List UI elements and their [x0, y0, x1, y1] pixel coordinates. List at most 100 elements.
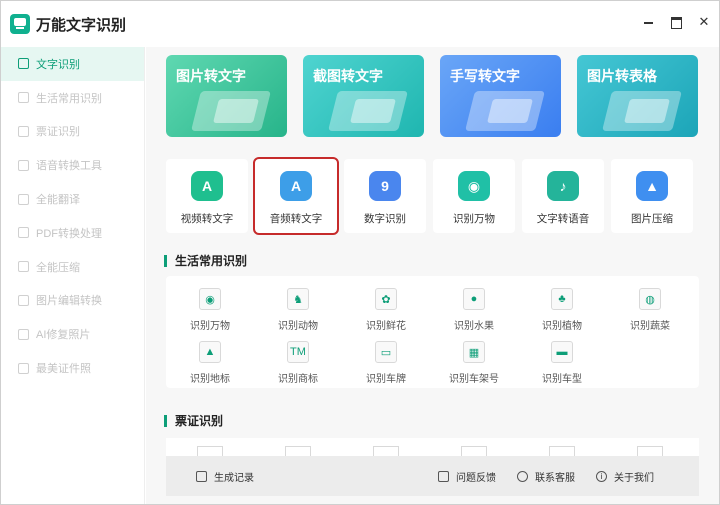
- about-button[interactable]: i 关于我们: [596, 469, 654, 484]
- life-item-label: 识别蔬菜: [630, 321, 670, 332]
- life-item[interactable]: ♞ 识别动物: [254, 288, 342, 332]
- life-item-label: 识别动物: [278, 321, 318, 332]
- life-item[interactable]: ◍ 识别蔬菜: [606, 288, 694, 332]
- banner-title: 图片转表格: [587, 68, 657, 84]
- banner-row: 图片转文字 截图转文字 手写转文字 图片转表格: [166, 55, 698, 137]
- sidebar-item-icon: [18, 328, 29, 340]
- cert-item-icon[interactable]: [285, 446, 311, 456]
- flower-icon: ✿: [375, 288, 397, 310]
- sidebar-item[interactable]: 最美证件照: [1, 351, 144, 385]
- tool-card[interactable]: ♪ 文字转语音: [522, 159, 604, 233]
- tool-card[interactable]: ◉ 识别万物: [433, 159, 515, 233]
- life-panel: ◉ 识别万物 ♞ 识别动物 ✿ 识别鲜花 ● 识别水果 ♣ 识别植物 ◍ 识别蔬菜 ▲ 识别地标 TM 识别商…: [166, 276, 699, 388]
- sidebar-item-icon: [18, 92, 29, 104]
- banner-card[interactable]: 图片转文字: [166, 55, 287, 137]
- life-item[interactable]: ▦ 识别车架号: [430, 341, 518, 385]
- tool-label: 图片压缩: [631, 213, 673, 225]
- cert-item-icon[interactable]: [373, 446, 399, 456]
- banner-illustration: [350, 99, 396, 123]
- cert-item-icon[interactable]: [637, 446, 663, 456]
- eye-icon: ◉: [199, 288, 221, 310]
- sidebar-item[interactable]: 文字识别: [1, 47, 144, 81]
- animal-icon: ♞: [287, 288, 309, 310]
- tool-label: 数字识别: [364, 213, 406, 225]
- sidebar: 文字识别生活常用识别 票证识别语音转换工具全能翻译 PDF转换处理全能压缩图片编辑转…: [1, 47, 145, 504]
- cert-item-icon[interactable]: [461, 446, 487, 456]
- life-item-label: 识别水果: [454, 321, 494, 332]
- life-item[interactable]: ▭ 识别车牌: [342, 341, 430, 385]
- support-button[interactable]: 联系客服: [517, 469, 575, 484]
- sidebar-item[interactable]: AI修复照片: [1, 317, 144, 351]
- close-button[interactable]: ✕: [697, 15, 711, 29]
- tool-label: 识别万物: [453, 213, 495, 225]
- truck-icon: ▬: [551, 341, 573, 363]
- life-item[interactable]: ✿ 识别鲜花: [342, 288, 430, 332]
- history-button[interactable]: 生成记录: [196, 469, 254, 484]
- title-bar: 万能文字识别 ✕: [1, 1, 719, 47]
- app-window: 万能文字识别 ✕ 文字识别 生活常用识别 票证识别 语音转换工具 全能翻译 PDF转换处理…: [0, 0, 720, 505]
- headset-icon: [517, 471, 528, 482]
- feedback-label: 问题反馈: [456, 473, 496, 484]
- app-title: 万能文字识别: [36, 16, 127, 34]
- car-icon: ▭: [375, 341, 397, 363]
- life-item[interactable]: TM 识别商标: [254, 341, 342, 385]
- tool-card[interactable]: ▲ 图片压缩: [611, 159, 693, 233]
- life-item-label: 识别植物: [542, 321, 582, 332]
- banner-card[interactable]: 图片转表格: [577, 55, 698, 137]
- sidebar-item[interactable]: 语音转换工具: [1, 148, 144, 182]
- sidebar-item[interactable]: 图片编辑转换: [1, 284, 144, 318]
- cert-item-icon[interactable]: [549, 446, 575, 456]
- life-item[interactable]: ◉ 识别万物: [166, 288, 254, 332]
- life-item[interactable]: ♣ 识别植物: [518, 288, 606, 332]
- music-note-icon: ♪: [547, 171, 579, 201]
- tool-card[interactable]: A 视频转文字: [166, 159, 248, 233]
- sidebar-item-label: 生活常用识别: [36, 92, 102, 105]
- sidebar-item[interactable]: 生活常用识别: [1, 81, 144, 115]
- about-label: 关于我们: [614, 473, 654, 484]
- sidebar-item-icon: [18, 261, 29, 273]
- trademark-icon: TM: [287, 341, 309, 363]
- sidebar-item[interactable]: 票证识别: [1, 115, 144, 149]
- sidebar-item-label: PDF转换处理: [36, 227, 102, 240]
- banner-illustration: [213, 99, 259, 123]
- history-icon: [196, 471, 207, 482]
- feedback-icon: [438, 471, 449, 482]
- tool-card[interactable]: A 音频转文字: [253, 157, 339, 235]
- life-item-label: 识别商标: [278, 374, 318, 385]
- life-item-label: 识别万物: [190, 321, 230, 332]
- cert-panel: [166, 438, 699, 456]
- tool-label: 视频转文字: [180, 213, 234, 225]
- info-icon: i: [596, 471, 607, 482]
- vin-icon: ▦: [463, 341, 485, 363]
- life-item[interactable]: ● 识别水果: [430, 288, 518, 332]
- sidebar-item-icon: [18, 193, 29, 205]
- sidebar-item-label: 图片编辑转换: [36, 295, 102, 308]
- tool-card[interactable]: 9 数字识别: [344, 159, 426, 233]
- sidebar-item-icon: [18, 58, 29, 70]
- maximize-button[interactable]: [669, 15, 683, 29]
- life-item-label: 识别地标: [190, 374, 230, 385]
- sidebar-item-label: AI修复照片: [36, 329, 91, 342]
- life-item[interactable]: ▬ 识别车型: [518, 341, 606, 385]
- history-label: 生成记录: [214, 473, 254, 484]
- life-item-label: 识别车型: [542, 374, 582, 385]
- cert-item-icon[interactable]: [197, 446, 223, 456]
- feedback-button[interactable]: 问题反馈: [438, 469, 496, 484]
- life-item[interactable]: ▲ 识别地标: [166, 341, 254, 385]
- section-title-life: 生活常用识别: [164, 252, 247, 269]
- sidebar-item-label: 语音转换工具: [36, 160, 102, 173]
- sidebar-item[interactable]: PDF转换处理: [1, 216, 144, 250]
- image-compress-icon: ▲: [636, 171, 668, 201]
- minimize-button[interactable]: [641, 15, 655, 29]
- banner-card[interactable]: 手写转文字: [440, 55, 561, 137]
- life-item-label: 识别鲜花: [366, 321, 406, 332]
- banner-card[interactable]: 截图转文字: [303, 55, 424, 137]
- sidebar-item[interactable]: 全能翻译: [1, 182, 144, 216]
- sidebar-item-icon: [18, 227, 29, 239]
- section-title-cert: 票证识别: [164, 412, 223, 429]
- banner-title: 手写转文字: [450, 68, 520, 84]
- footer-bar: 生成记录 问题反馈 联系客服 i 关于我们: [166, 456, 699, 496]
- sidebar-item-label: 票证识别: [36, 126, 80, 139]
- vegetable-icon: ◍: [639, 288, 661, 310]
- sidebar-item[interactable]: 全能压缩: [1, 250, 144, 284]
